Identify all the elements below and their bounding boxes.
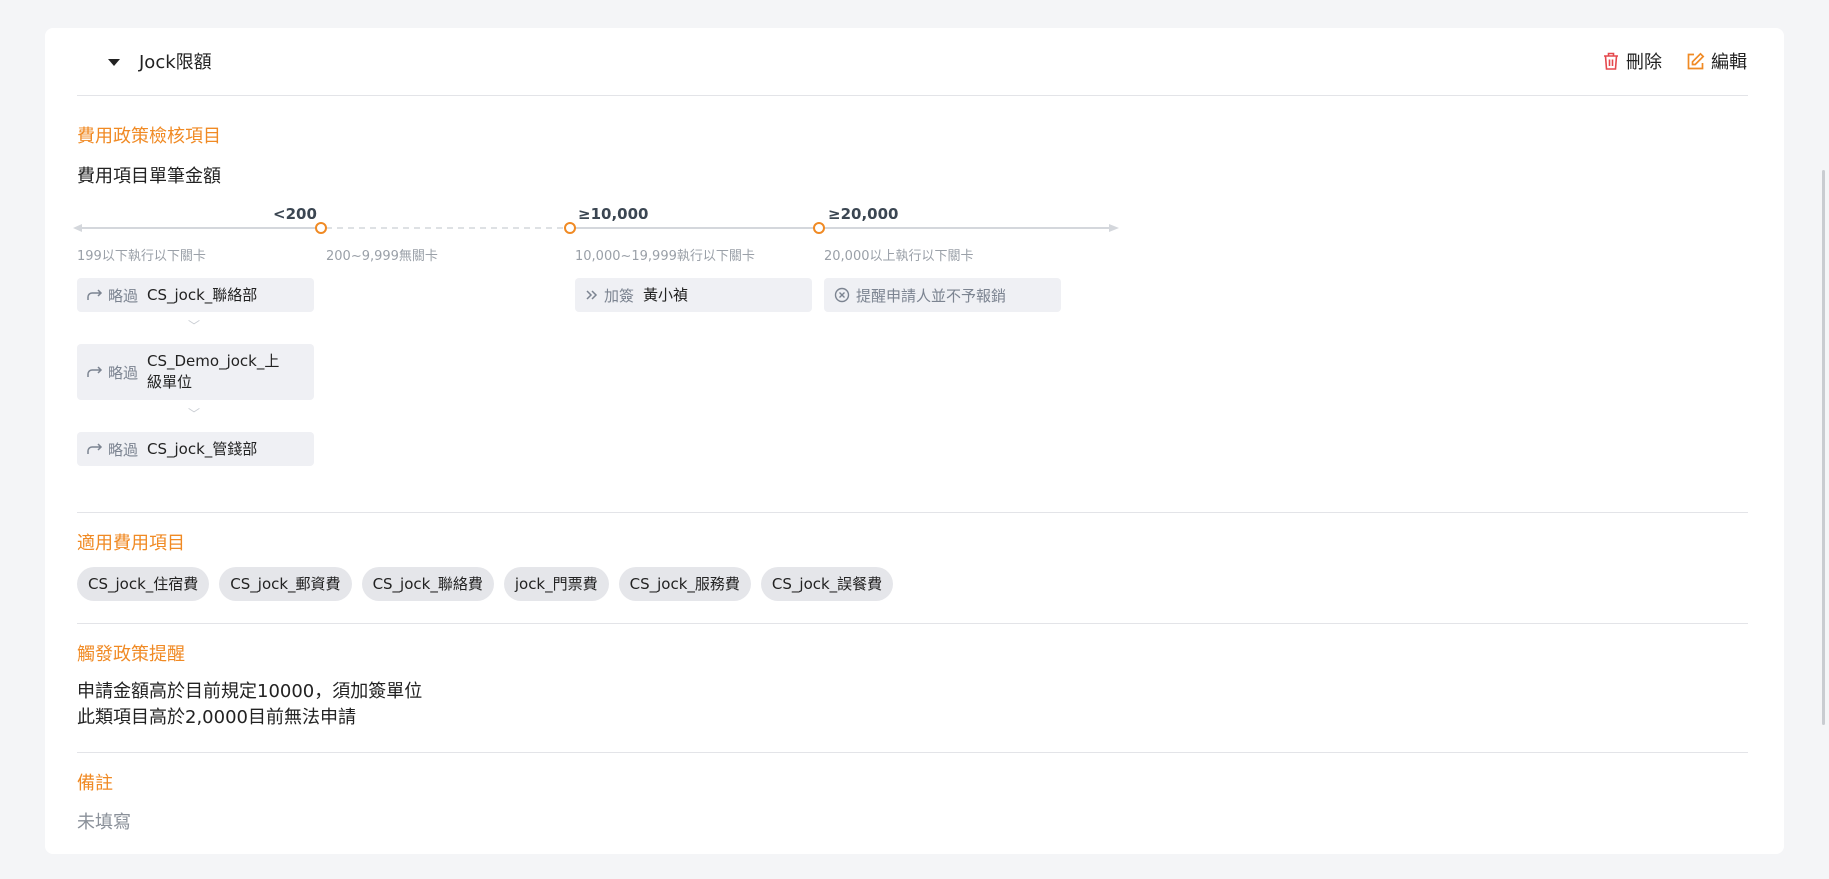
step-assignee: CS_jock_管錢部 <box>147 439 258 458</box>
applicable-section-title: 適用費用項目 <box>77 533 185 554</box>
expense-tag: CS_jock_聯絡費 <box>361 567 494 601</box>
step-assignee: CS_jock_聯絡部 <box>147 285 258 304</box>
policy-card: Jock限額 刪除 編輯 費用政策檢核項目 費用項目單筆金額 <200 ≥10,… <box>45 28 1784 854</box>
threshold-label-2: ≥10,000 <box>578 205 649 223</box>
reminder-text: 申請金額高於目前規定10000，須加簽單位 此類項目高於2,0000目前無法申請 <box>77 679 422 731</box>
collapse-toggle[interactable]: Jock限額 <box>108 48 212 74</box>
step-assignee: CS_Demo_jock_上級單位 <box>147 352 280 391</box>
section-divider <box>77 623 1748 624</box>
note-text: 未填寫 <box>77 812 131 833</box>
range-label-2: 200~9,999無關卡 <box>326 249 438 264</box>
delete-button[interactable]: 刪除 <box>1602 48 1662 74</box>
approval-step: 加簽 黃小禎 <box>575 278 812 312</box>
range-label-3: 10,000~19,999執行以下關卡 <box>575 249 755 264</box>
step-kind: 略過 <box>108 286 139 305</box>
skip-icon <box>87 366 103 377</box>
policy-section-title: 費用政策檢核項目 <box>77 126 221 147</box>
edit-label: 編輯 <box>1711 52 1747 73</box>
axis-right-arrow <box>1109 224 1119 232</box>
threshold-marker-3 <box>813 222 825 234</box>
expense-tag: jock_門票費 <box>503 567 609 601</box>
note-section-title: 備註 <box>77 773 113 794</box>
skip-icon <box>87 443 103 454</box>
range-label-1: 199以下執行以下關卡 <box>77 249 206 264</box>
expense-tag: CS_jock_住宿費 <box>77 567 210 601</box>
reminder-line: 此類項目高於2,0000目前無法申請 <box>77 707 356 728</box>
axis-left-arrow <box>73 224 82 232</box>
expense-tag: CS_jock_誤餐費 <box>760 567 894 601</box>
step-assignee: 黃小禎 <box>643 285 689 304</box>
header-actions: 刪除 編輯 <box>1602 48 1747 74</box>
header-divider <box>77 95 1748 96</box>
step-kind: 略過 <box>108 363 139 382</box>
delete-label: 刪除 <box>1626 52 1662 73</box>
section-divider <box>77 512 1748 513</box>
step-kind: 略過 <box>108 440 139 459</box>
reminder-line: 申請金額高於目前規定10000，須加簽單位 <box>77 681 423 702</box>
range-label-4: 20,000以上執行以下關卡 <box>824 249 974 264</box>
approval-step: 略過 CS_Demo_jock_上級單位 <box>77 344 314 400</box>
edit-icon <box>1687 52 1705 69</box>
threshold-label-3: ≥20,000 <box>828 205 899 223</box>
section-divider <box>77 752 1748 753</box>
skip-icon <box>87 289 103 300</box>
chevron-down-icon: ﹀ <box>188 319 201 333</box>
chevron-down-icon: ﹀ <box>188 407 201 421</box>
threshold-label-1: <200 <box>273 205 317 223</box>
reject-step: 提醒申請人並不予報銷 <box>824 278 1061 312</box>
page-scrollbar[interactable] <box>1822 170 1825 725</box>
close-circle-icon <box>834 287 850 303</box>
threshold-marker-2 <box>564 222 576 234</box>
policy-item-title: 費用項目單筆金額 <box>77 166 221 187</box>
approval-step: 略過 CS_jock_管錢部 <box>77 432 314 466</box>
caret-down-icon <box>108 58 120 66</box>
step-kind: 加簽 <box>604 286 635 305</box>
reject-text: 提醒申請人並不予報銷 <box>856 286 1007 305</box>
trash-icon <box>1604 52 1618 70</box>
approval-step: 略過 CS_jock_聯絡部 <box>77 278 314 312</box>
double-chevron-right-icon <box>586 290 598 300</box>
expense-tag: CS_jock_服務費 <box>618 567 751 601</box>
reminder-section-title: 觸發政策提醒 <box>77 644 185 665</box>
expense-tag: CS_jock_郵資費 <box>219 567 352 601</box>
threshold-marker-1 <box>315 222 327 234</box>
policy-title: Jock限額 <box>139 52 212 73</box>
edit-button[interactable]: 編輯 <box>1686 48 1747 74</box>
expense-tag-list: CS_jock_住宿費 CS_jock_郵資費 CS_jock_聯絡費 jock… <box>77 567 894 601</box>
